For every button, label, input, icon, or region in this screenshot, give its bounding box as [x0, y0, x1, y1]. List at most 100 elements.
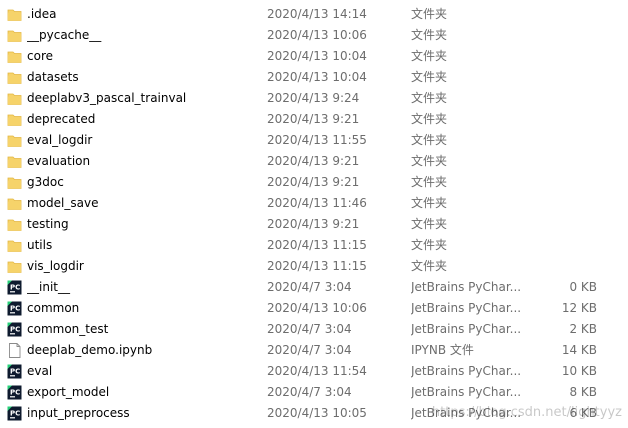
svg-text:PC: PC: [10, 326, 20, 334]
file-size: 12 KB: [561, 301, 597, 315]
file-row[interactable]: PC common 2020/4/13 10:06 JetBrains PyChar.…: [0, 298, 628, 319]
file-name: common_test: [27, 322, 109, 336]
file-type: IPYNB 文件: [411, 343, 474, 357]
file-row[interactable]: PC input_preprocess 2020/4/13 10:05 JetBrai…: [0, 403, 628, 424]
folder-icon: [7, 28, 22, 43]
svg-text:PC: PC: [10, 389, 20, 397]
file-date-modified: 2020/4/13 10:06: [267, 301, 367, 315]
folder-icon: [7, 112, 22, 127]
file-date-modified: 2020/4/13 11:15: [267, 238, 367, 252]
file-type: 文件夹: [411, 70, 448, 84]
file-type: 文件夹: [411, 49, 448, 63]
file-name: vis_logdir: [27, 259, 84, 273]
folder-icon: [7, 217, 22, 232]
file-size: 2 KB: [569, 322, 597, 336]
file-date-modified: 2020/4/7 3:04: [267, 280, 352, 294]
file-row[interactable]: vis_logdir 2020/4/13 11:15 文件夹: [0, 256, 628, 277]
file-row[interactable]: utils 2020/4/13 11:15 文件夹: [0, 235, 628, 256]
file-type: JetBrains PyChar...: [411, 385, 521, 399]
folder-icon: [7, 238, 22, 253]
file-date-modified: 2020/4/13 11:46: [267, 196, 367, 210]
folder-icon: [7, 133, 22, 148]
svg-text:PC: PC: [10, 305, 20, 313]
file-row[interactable]: evaluation 2020/4/13 9:21 文件夹: [0, 151, 628, 172]
file-type: 文件夹: [411, 196, 448, 210]
file-date-modified: 2020/4/7 3:04: [267, 343, 352, 357]
file-date-modified: 2020/4/13 10:06: [267, 28, 367, 42]
pycharm-file-icon: PC: [7, 385, 22, 400]
folder-icon: [7, 91, 22, 106]
file-type: JetBrains PyChar...: [411, 406, 521, 420]
folder-icon: [7, 49, 22, 64]
file-size: 10 KB: [561, 364, 597, 378]
file-name: deeplabv3_pascal_trainval: [27, 91, 187, 105]
pycharm-file-icon: PC: [7, 364, 22, 379]
file-row[interactable]: datasets 2020/4/13 10:04 文件夹: [0, 67, 628, 88]
file-type: JetBrains PyChar...: [411, 280, 521, 294]
file-list: .idea 2020/4/13 14:14 文件夹 __pycache__ 2020/4…: [0, 4, 628, 424]
file-type: JetBrains PyChar...: [411, 301, 521, 315]
folder-icon: [7, 196, 22, 211]
file-row[interactable]: eval_logdir 2020/4/13 11:55 文件夹: [0, 130, 628, 151]
file-row[interactable]: model_save 2020/4/13 11:46 文件夹: [0, 193, 628, 214]
svg-text:PC: PC: [10, 368, 20, 376]
file-type: JetBrains PyChar...: [411, 322, 521, 336]
pycharm-file-icon: PC: [7, 406, 22, 421]
file-name: utils: [27, 238, 53, 252]
file-size: 0 KB: [569, 280, 597, 294]
folder-icon: [7, 175, 22, 190]
file-size: 14 KB: [561, 343, 597, 357]
file-row[interactable]: PC __init__ 2020/4/7 3:04 JetBrains PyChar.…: [0, 277, 628, 298]
file-row[interactable]: PC eval 2020/4/13 11:54 JetBrains PyChar...…: [0, 361, 628, 382]
file-type: 文件夹: [411, 112, 448, 126]
file-date-modified: 2020/4/13 9:21: [267, 112, 360, 126]
file-row[interactable]: __pycache__ 2020/4/13 10:06 文件夹: [0, 25, 628, 46]
file-name: .idea: [27, 7, 57, 21]
pycharm-file-icon: PC: [7, 322, 22, 337]
file-date-modified: 2020/4/13 11:54: [267, 364, 367, 378]
file-type: 文件夹: [411, 133, 448, 147]
file-name: testing: [27, 217, 69, 231]
file-date-modified: 2020/4/13 9:24: [267, 91, 360, 105]
file-row[interactable]: g3doc 2020/4/13 9:21 文件夹: [0, 172, 628, 193]
file-date-modified: 2020/4/13 9:21: [267, 154, 360, 168]
file-row[interactable]: deeplab_demo.ipynb 2020/4/7 3:04 IPYNB 文件 1…: [0, 340, 628, 361]
file-type: 文件夹: [411, 91, 448, 105]
file-name: eval: [27, 364, 53, 378]
file-row[interactable]: PC common_test 2020/4/7 3:04 JetBrains PyCh…: [0, 319, 628, 340]
file-type: 文件夹: [411, 28, 448, 42]
file-name: g3doc: [27, 175, 64, 189]
folder-icon: [7, 7, 22, 22]
file-type: 文件夹: [411, 238, 448, 252]
file-name: model_save: [27, 196, 99, 210]
file-row[interactable]: .idea 2020/4/13 14:14 文件夹: [0, 4, 628, 25]
file-date-modified: 2020/4/13 11:55: [267, 133, 367, 147]
file-row[interactable]: testing 2020/4/13 9:21 文件夹: [0, 214, 628, 235]
file-date-modified: 2020/4/13 10:04: [267, 49, 367, 63]
file-name: export_model: [27, 385, 110, 399]
file-date-modified: 2020/4/13 9:21: [267, 217, 360, 231]
file-date-modified: 2020/4/13 10:05: [267, 406, 367, 420]
file-date-modified: 2020/4/13 14:14: [267, 7, 367, 21]
file-name: core: [27, 49, 53, 63]
file-row[interactable]: deprecated 2020/4/13 9:21 文件夹: [0, 109, 628, 130]
file-name: __init__: [27, 280, 70, 294]
file-type: 文件夹: [411, 259, 448, 273]
file-row[interactable]: PC export_model 2020/4/7 3:04 JetBrains PyC…: [0, 382, 628, 403]
svg-text:PC: PC: [10, 284, 20, 292]
file-name: __pycache__: [27, 28, 102, 42]
file-name: datasets: [27, 70, 79, 84]
blank-file-icon: [7, 343, 22, 358]
file-name: deeplab_demo.ipynb: [27, 343, 153, 357]
file-type: 文件夹: [411, 7, 448, 21]
file-date-modified: 2020/4/13 11:15: [267, 259, 367, 273]
file-type: JetBrains PyChar...: [411, 364, 521, 378]
file-name: evaluation: [27, 154, 91, 168]
file-date-modified: 2020/4/13 10:04: [267, 70, 367, 84]
pycharm-file-icon: PC: [7, 280, 22, 295]
file-row[interactable]: core 2020/4/13 10:04 文件夹: [0, 46, 628, 67]
file-row[interactable]: deeplabv3_pascal_trainval 2020/4/13 9:24 文…: [0, 88, 628, 109]
file-date-modified: 2020/4/7 3:04: [267, 322, 352, 336]
folder-icon: [7, 70, 22, 85]
file-type: 文件夹: [411, 154, 448, 168]
